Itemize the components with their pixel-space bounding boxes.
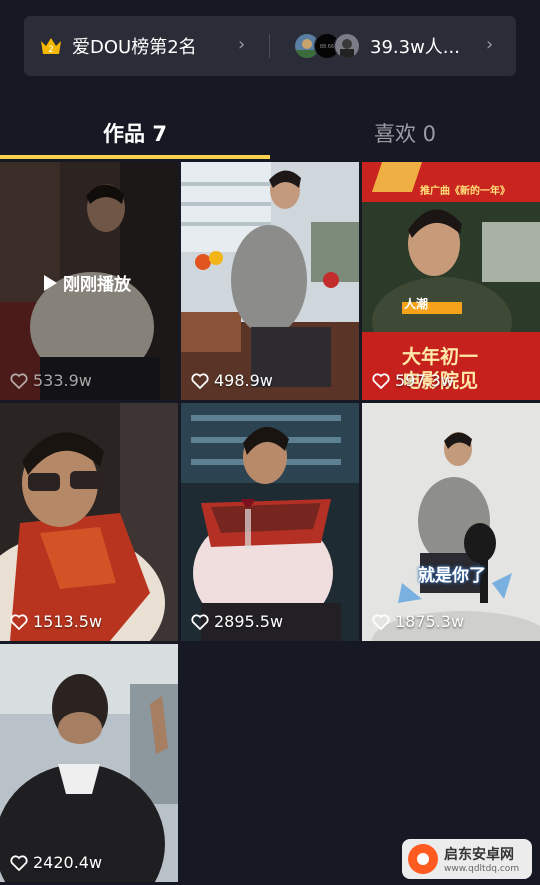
watermark-url: www.qdltdq.com bbox=[444, 864, 520, 874]
play-icon bbox=[44, 274, 57, 291]
heart-icon bbox=[10, 854, 28, 871]
like-count-text: 2420.4w bbox=[33, 853, 103, 872]
chevron-right-icon: › bbox=[486, 34, 494, 55]
avatar bbox=[334, 33, 360, 59]
thumbnail-image bbox=[362, 403, 540, 641]
video-caption: 大年初一 bbox=[402, 346, 479, 368]
svg-text:2: 2 bbox=[48, 45, 54, 55]
profile-tabs: 作品 7 喜欢 0 bbox=[0, 100, 540, 162]
like-count-text: 597.3w bbox=[395, 371, 454, 390]
like-count: 1513.5w bbox=[10, 612, 102, 631]
thumbnail-image bbox=[0, 644, 178, 882]
fan-avatars: 88.66 bbox=[294, 33, 360, 59]
like-count-text: 1513.5w bbox=[33, 612, 103, 631]
svg-text:88.66: 88.66 bbox=[320, 44, 334, 50]
chevron-right-icon: › bbox=[238, 34, 246, 55]
heart-icon bbox=[191, 372, 209, 389]
heart-icon bbox=[372, 613, 390, 630]
heart-icon bbox=[10, 613, 28, 630]
video-thumbnail[interactable]: 推广曲《新的一年》 人潮 大年初一 电影院见 597.3w bbox=[362, 162, 540, 400]
like-count-text: 2895.5w bbox=[214, 612, 284, 631]
video-thumbnail[interactable]: 498.9w bbox=[181, 162, 359, 400]
just-played-label: 刚刚播放 bbox=[44, 270, 131, 295]
video-thumbnail[interactable]: 刚刚播放 533.9w bbox=[0, 162, 178, 400]
heart-icon bbox=[10, 372, 28, 389]
video-thumbnail[interactable]: 就是你了 1875.3w bbox=[362, 403, 540, 641]
watermark-title: 启东安卓网 bbox=[444, 847, 514, 863]
just-played-text: 刚刚播放 bbox=[63, 275, 131, 295]
active-tab-indicator bbox=[0, 155, 270, 159]
fans-label: 39.3w人... bbox=[370, 37, 460, 58]
watermark-logo-icon bbox=[408, 844, 438, 874]
video-thumbnail[interactable]: 2895.5w bbox=[181, 403, 359, 641]
like-count-text: 1875.3w bbox=[395, 612, 465, 631]
like-count: 2895.5w bbox=[191, 612, 283, 631]
like-count: 498.9w bbox=[191, 371, 273, 390]
like-count: 597.3w bbox=[372, 371, 454, 390]
like-count-text: 498.9w bbox=[214, 371, 273, 390]
fans-entry[interactable]: 88.66 39.3w人... › bbox=[270, 16, 516, 76]
tab-likes[interactable]: 喜欢 0 bbox=[270, 118, 540, 148]
like-count: 2420.4w bbox=[10, 853, 102, 872]
video-thumbnail[interactable]: 2420.4w bbox=[0, 644, 178, 882]
site-watermark: 启东安卓网 www.qdltdq.com bbox=[402, 839, 532, 879]
crown-icon: 2 bbox=[41, 38, 61, 55]
thumbnail-image bbox=[181, 403, 359, 641]
heart-icon bbox=[191, 613, 209, 630]
video-sticker: 人潮 bbox=[404, 297, 429, 311]
tab-works[interactable]: 作品 7 bbox=[0, 118, 270, 148]
thumbnail-image bbox=[0, 403, 178, 641]
video-thumbnail[interactable]: 1513.5w bbox=[0, 403, 178, 641]
like-count: 1875.3w bbox=[372, 612, 464, 631]
like-count-text: 533.9w bbox=[33, 371, 92, 390]
stats-bar: 2 爱DOU榜第2名 › 88.66 39.3w人... › bbox=[24, 16, 516, 76]
thumbnail-image bbox=[181, 162, 359, 400]
rank-label: 爱DOU榜第2名 bbox=[72, 37, 197, 58]
video-caption: 就是你了 bbox=[418, 566, 486, 586]
like-count: 533.9w bbox=[10, 371, 92, 390]
video-caption: 推广曲《新的一年》 bbox=[420, 186, 510, 197]
rank-entry[interactable]: 2 爱DOU榜第2名 › bbox=[24, 16, 270, 76]
heart-icon bbox=[372, 372, 390, 389]
